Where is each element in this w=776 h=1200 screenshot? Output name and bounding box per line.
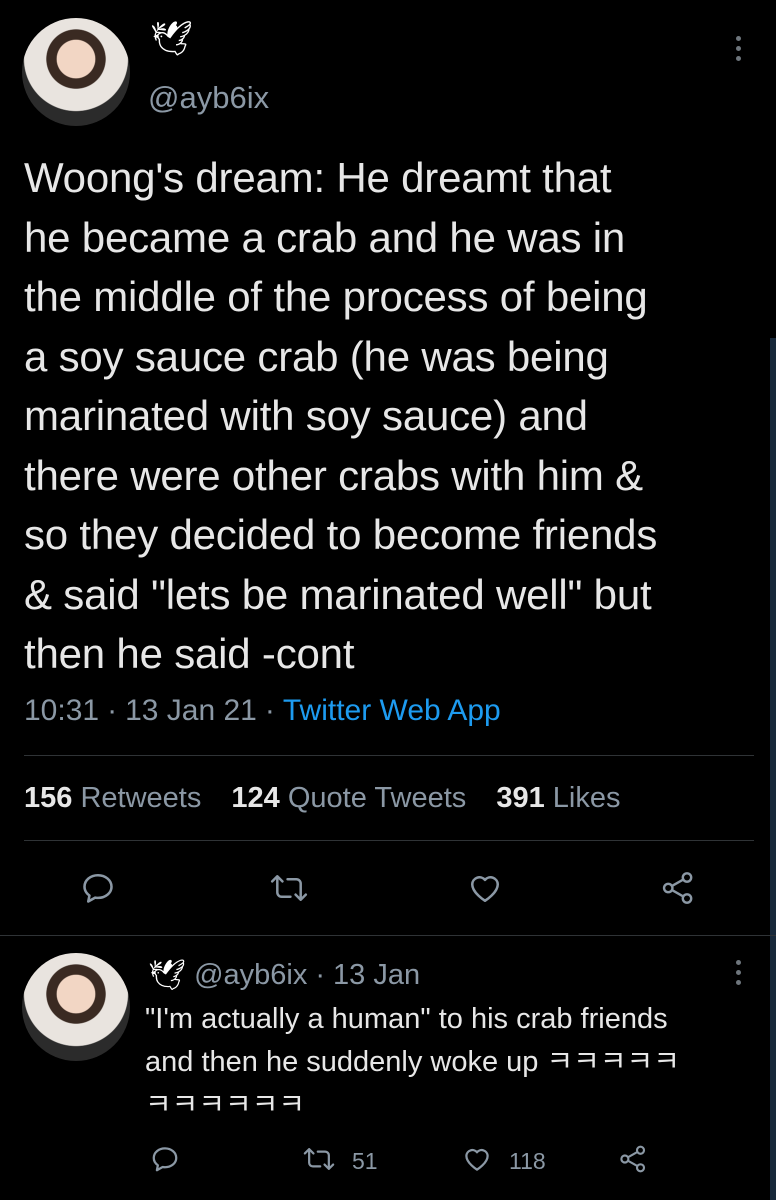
- reply-author-display-name[interactable]: 🕊: [148, 958, 186, 993]
- likes-label: Likes: [552, 782, 621, 814]
- author-handle[interactable]: @ayb6ix: [148, 80, 269, 116]
- tweet-text: Woong's dream: He dreamt that he became …: [24, 154, 658, 677]
- like-icon[interactable]: [467, 870, 503, 906]
- quote-tweets-stat[interactable]: 124 Quote Tweets: [231, 782, 466, 814]
- reply-retweet-count: 51: [352, 1148, 378, 1174]
- likes-count: 391: [496, 782, 545, 814]
- quotes-label: Quote Tweets: [287, 782, 467, 814]
- meta-separator: ·: [264, 694, 275, 727]
- tweet-meta: 10:31 · 13 Jan 21 · Twitter Web App: [24, 694, 501, 728]
- tweet-time: 10:31: [24, 694, 100, 727]
- scrollbar-track[interactable]: [770, 338, 776, 1200]
- divider: [24, 840, 754, 841]
- reply-author-avatar[interactable]: [22, 953, 130, 1061]
- retweets-label: Retweets: [80, 782, 202, 814]
- meta-separator: ·: [107, 694, 118, 727]
- reply-header: 🕊 @ayb6ix · 13 Jan: [148, 958, 420, 993]
- reply-actions: 51 118: [0, 1140, 776, 1180]
- reply-date[interactable]: 13 Jan: [333, 959, 420, 992]
- retweets-stat[interactable]: 156 Retweets: [24, 782, 201, 814]
- retweets-count: 156: [24, 782, 73, 814]
- divider: [24, 755, 754, 756]
- author-avatar[interactable]: [22, 18, 130, 126]
- reply-retweet-icon[interactable]: [303, 1144, 335, 1174]
- reply-separator: ·: [315, 959, 326, 991]
- share-icon[interactable]: [660, 870, 696, 906]
- reply-share-icon[interactable]: [618, 1144, 648, 1174]
- reply-author-handle[interactable]: @ayb6ix: [194, 959, 307, 992]
- tweet-date: 13 Jan 21: [125, 694, 257, 727]
- reply-like-count: 118: [509, 1148, 546, 1174]
- reply-text: "I'm actually a human" to his crab frien…: [145, 1003, 680, 1121]
- more-options-icon[interactable]: [734, 36, 742, 61]
- retweet-icon[interactable]: [270, 870, 308, 906]
- quotes-count: 124: [231, 782, 280, 814]
- reply-reply-icon[interactable]: [150, 1144, 180, 1174]
- tweet-source-link[interactable]: Twitter Web App: [283, 694, 501, 727]
- author-display-name[interactable]: 🕊: [150, 22, 193, 56]
- reply-more-options-icon[interactable]: [734, 960, 742, 985]
- tweet-stats: 156 Retweets 124 Quote Tweets 391 Likes: [24, 782, 642, 815]
- reply-icon[interactable]: [80, 870, 116, 906]
- likes-stat[interactable]: 391 Likes: [496, 782, 620, 814]
- tweet-actions: [0, 866, 776, 910]
- divider: [0, 935, 776, 936]
- reply-like-icon[interactable]: [462, 1144, 492, 1174]
